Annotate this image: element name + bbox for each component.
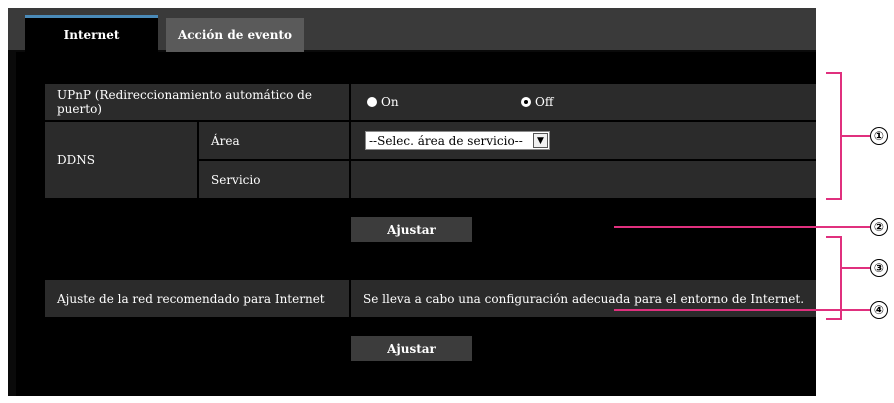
upnp-label: UPnP (Redireccionamiento automático de p… <box>45 84 349 120</box>
tab-bar: Internet Acción de evento <box>8 8 816 55</box>
ajustar-button-2[interactable]: Ajustar <box>351 336 472 361</box>
settings-frame: Internet Acción de evento UPnP (Redirecc… <box>8 8 816 396</box>
upnp-off-radio[interactable]: Off <box>521 84 553 120</box>
ddns-area-label: Área <box>199 122 349 159</box>
upnp-on-radio[interactable]: On <box>367 84 399 120</box>
tab-event-action[interactable]: Acción de evento <box>166 18 304 52</box>
ddns-label: DDNS <box>45 122 197 198</box>
ajustar-button-1[interactable]: Ajustar <box>351 217 472 242</box>
callout-line-2 <box>614 226 870 228</box>
tab-internet[interactable]: Internet <box>25 15 158 55</box>
recommended-label: Ajuste de la red recomendado para Intern… <box>45 280 349 317</box>
callout-bracket-3 <box>826 236 842 320</box>
recommended-description: Se lleva a cabo una configuración adecua… <box>351 280 816 317</box>
ddns-service-label: Servicio <box>199 161 349 198</box>
callout-4: ④ <box>870 301 888 319</box>
radio-unchecked-icon <box>367 97 377 107</box>
chevron-down-icon[interactable]: ▼ <box>533 133 548 148</box>
upnp-off-label: Off <box>535 95 554 109</box>
ddns-area-cell: --Selec. área de servicio-- ▼ <box>351 122 816 159</box>
upnp-options: On Off <box>351 84 816 120</box>
callout-line-1 <box>842 135 870 137</box>
callout-2: ② <box>870 218 888 236</box>
radio-checked-icon <box>521 97 531 107</box>
upnp-on-label: On <box>381 95 399 109</box>
settings-panel: UPnP (Redireccionamiento automático de p… <box>16 52 816 396</box>
ddns-service-value <box>351 161 816 198</box>
callout-3: ③ <box>870 259 888 277</box>
area-select-value: --Selec. área de servicio-- <box>369 133 523 148</box>
area-select[interactable]: --Selec. área de servicio-- ▼ <box>365 131 550 150</box>
callout-bracket-1 <box>826 72 842 200</box>
callout-line-4 <box>614 309 870 311</box>
callout-1: ① <box>870 127 888 145</box>
callout-line-3 <box>842 267 870 269</box>
